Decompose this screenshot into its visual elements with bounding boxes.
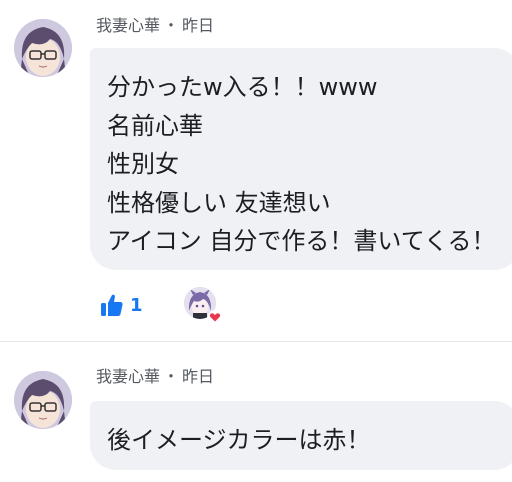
timestamp: 昨日 <box>182 367 215 386</box>
avatar-illustration <box>14 19 72 77</box>
avatar[interactable] <box>14 19 72 77</box>
message-line: アイコン 自分で作る！書いてくる！ <box>107 227 496 255</box>
author-name[interactable]: 我妻心華 <box>96 367 160 386</box>
comment-bubble: 後イメージカラーは赤！ <box>90 401 512 470</box>
heart-icon <box>208 310 222 324</box>
comment-bubble: 分かったw入る！！www 名前心華 性別女 性格優しい 友達想い アイコン 自分… <box>90 48 512 270</box>
comment-item: 我妻心華・昨日 分かったw入る！！www 名前心華 性別女 性格優しい 友達想い… <box>0 0 512 340</box>
message-line: 性格優しい 友達想い <box>107 188 331 217</box>
comment-meta: 我妻心華・昨日 <box>96 16 214 36</box>
meta-separator: ・ <box>163 367 180 386</box>
author-name[interactable]: 我妻心華 <box>96 16 160 35</box>
thumbs-up-icon <box>101 294 123 316</box>
comment-item: 我妻心華・昨日 後イメージカラーは赤！ <box>0 345 512 482</box>
meta-separator: ・ <box>163 16 180 35</box>
like-button[interactable]: 1 <box>100 292 143 318</box>
message-line: 後イメージカラーは赤！ <box>107 426 371 454</box>
message-line: 分かったw入る！！www <box>107 73 378 101</box>
comment-thread: 我妻心華・昨日 分かったw入る！！www 名前心華 性別女 性格優しい 友達想い… <box>0 0 512 482</box>
reaction-bar: 1 <box>100 287 300 324</box>
like-count: 1 <box>130 294 143 316</box>
message-line: 名前心華 <box>107 111 203 140</box>
message-line: 性別女 <box>107 150 179 178</box>
comment-divider <box>0 341 512 342</box>
avatar-illustration <box>14 371 72 429</box>
avatar[interactable] <box>14 371 72 429</box>
timestamp: 昨日 <box>182 16 215 35</box>
comment-meta: 我妻心華・昨日 <box>96 367 214 387</box>
reactor-avatar-button[interactable] <box>184 287 222 324</box>
